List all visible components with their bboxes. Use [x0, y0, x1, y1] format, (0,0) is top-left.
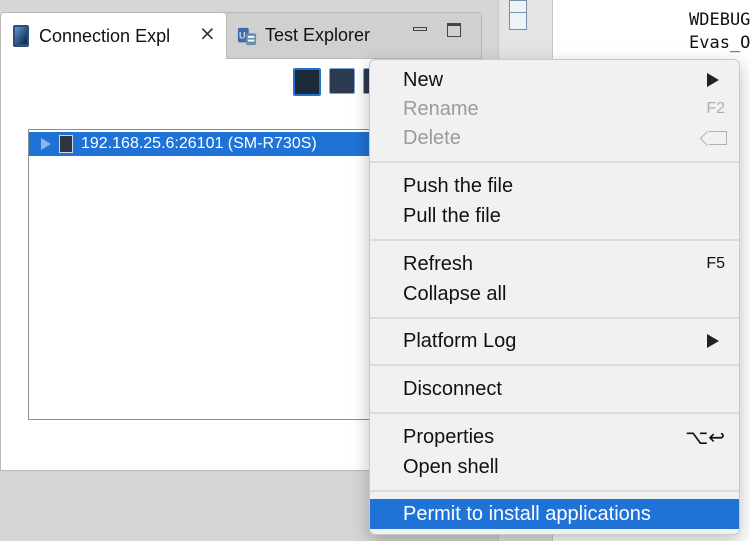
- emulator-manager-icon[interactable]: [293, 68, 321, 96]
- tree-item-device[interactable]: 192.168.25.6:26101 (SM-R730S): [29, 132, 375, 156]
- menu-item-collapse-all[interactable]: Collapse all: [370, 279, 739, 309]
- expand-arrow-icon[interactable]: [41, 138, 51, 150]
- menu-item-push-file[interactable]: Push the file: [370, 171, 739, 201]
- device-icon: [13, 25, 29, 47]
- svg-text:U: U: [239, 31, 246, 41]
- tab-test-explorer[interactable]: U Test Explorer: [233, 13, 403, 58]
- menu-item-new[interactable]: New: [370, 65, 739, 95]
- menu-separator: [370, 364, 739, 366]
- shortcut-label: F5: [706, 255, 725, 272]
- remote-device-icon[interactable]: [329, 68, 355, 94]
- menu-separator: [370, 317, 739, 319]
- close-icon[interactable]: ⨯: [199, 24, 216, 44]
- submenu-arrow-icon: [707, 73, 719, 87]
- test-explorer-icon: U: [237, 27, 257, 45]
- menu-separator: [370, 161, 739, 163]
- menu-separator: [370, 490, 739, 492]
- view-tab-bar: Connection Expl ⨯ U Test Explorer: [1, 13, 481, 59]
- tab-connection-explorer[interactable]: Connection Expl ⨯: [1, 13, 227, 59]
- tab-label: Connection Expl: [39, 25, 171, 46]
- tree-item-label: 192.168.25.6:26101 (SM-R730S): [81, 135, 317, 152]
- menu-item-pull-file[interactable]: Pull the file: [370, 201, 739, 231]
- menu-separator: [370, 412, 739, 414]
- menu-item-open-shell[interactable]: Open shell: [370, 452, 739, 482]
- delete-key-icon: [709, 131, 727, 145]
- device-icon: [59, 135, 73, 153]
- menu-item-rename[interactable]: Rename F2: [370, 94, 739, 124]
- menu-item-platform-log[interactable]: Platform Log: [370, 326, 739, 356]
- menu-separator: [370, 239, 739, 241]
- task-check-icon: [509, 12, 527, 30]
- minimize-icon[interactable]: [413, 23, 427, 37]
- maximize-icon[interactable]: [447, 23, 461, 37]
- menu-item-disconnect[interactable]: Disconnect: [370, 374, 739, 404]
- context-menu: New Rename F2 Delete Push the file Pull …: [369, 59, 740, 535]
- submenu-arrow-icon: [707, 334, 719, 348]
- menu-item-refresh[interactable]: Refresh F5: [370, 249, 739, 279]
- code-line: Evas_O: [689, 33, 750, 53]
- code-line: WDEBUG: [689, 10, 750, 30]
- shortcut-label: F2: [706, 100, 725, 117]
- menu-item-properties[interactable]: Properties ⌥↩: [370, 422, 739, 452]
- menu-item-permit-install[interactable]: Permit to install applications: [370, 499, 739, 529]
- shortcut-label: ⌥↩: [685, 426, 725, 449]
- menu-item-delete[interactable]: Delete: [370, 123, 739, 153]
- tab-label: Test Explorer: [265, 25, 371, 45]
